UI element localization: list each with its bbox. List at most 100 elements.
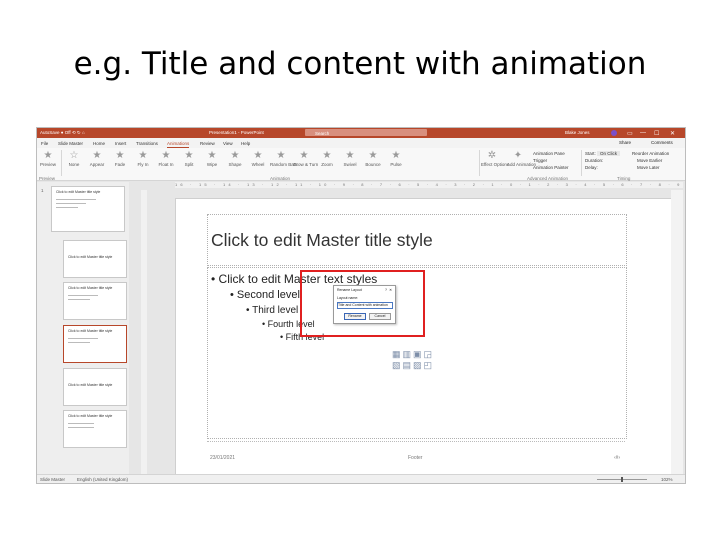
thumbnail-pane: 1 Click to edit Master title style Click… <box>37 182 129 474</box>
move-later-button[interactable]: Move Later <box>637 165 660 170</box>
effect-grow-turn[interactable]: ★ Grow & Turn <box>293 150 319 174</box>
footer-divider <box>207 441 625 443</box>
ribbon-display-icon[interactable]: ▭ <box>627 130 633 137</box>
effect-none[interactable]: ☆ None <box>63 150 85 174</box>
effect-wheel[interactable]: ★ Wheel <box>247 150 269 174</box>
effect-options-icon: ✲ <box>487 150 497 161</box>
star-icon: ★ <box>322 150 332 161</box>
divider <box>61 150 62 176</box>
star-icon: ★ <box>161 150 171 161</box>
group-label-timing: Timing <box>617 176 631 181</box>
vertical-ruler <box>141 190 147 474</box>
effect-label: Float In <box>158 162 174 167</box>
vertical-scrollbar[interactable] <box>671 190 683 474</box>
effect-split[interactable]: ★ Split <box>178 150 200 174</box>
effect-shape[interactable]: ★ Shape <box>224 150 246 174</box>
thumbnail-line <box>56 199 96 200</box>
document-title: Presentation1 - PowerPoint <box>209 130 264 135</box>
autosave-toggle[interactable]: AutoSave ● Off ⟲ ↻ ⌂ <box>40 130 85 136</box>
add-animation-button[interactable]: ✦ Add Animation <box>507 150 536 174</box>
tab-home[interactable]: Home <box>93 141 105 146</box>
star-icon: ★ <box>299 150 309 161</box>
insert-content-icons[interactable]: ▦▥▣◲ ▧▤▨◰ <box>392 349 434 371</box>
animation-painter-button[interactable]: Animation Painter <box>533 165 569 170</box>
tab-slide-master[interactable]: Slide Master <box>58 141 83 146</box>
horizontal-ruler: 16 · 15 · 14 · 13 · 12 · 11 · 10 · 9 · 8… <box>175 182 683 188</box>
tab-review[interactable]: Review <box>200 141 215 146</box>
thumbnail-layout[interactable]: Click to edit Master title style <box>63 410 127 448</box>
zoom-slider-thumb[interactable] <box>621 477 623 482</box>
tab-help[interactable]: Help <box>241 141 250 146</box>
thumbnail-title: Click to edit Master title style <box>68 286 113 290</box>
thumbnail-title: Click to edit Master title style <box>68 414 113 418</box>
thumbnail-title: Click to edit Master title style <box>68 383 113 387</box>
effect-label: Split <box>184 162 194 167</box>
effect-label: Fade <box>114 162 126 167</box>
close-icon[interactable]: ✕ <box>670 130 675 137</box>
page-number-placeholder[interactable]: ‹#› <box>614 455 620 461</box>
minimize-icon[interactable]: — <box>640 130 646 136</box>
start-select[interactable]: On Click <box>597 151 621 156</box>
effect-label: Wheel <box>251 162 265 167</box>
effect-random-bars[interactable]: ★ Random Bars <box>270 150 298 174</box>
group-label-advanced: Advanced Animation <box>527 176 569 181</box>
thumbnail-layout[interactable]: Click to edit Master title style <box>63 282 127 320</box>
language-indicator[interactable]: English (United Kingdom) <box>77 477 128 482</box>
effect-options-button[interactable]: ✲ Effect Options <box>481 150 509 174</box>
effect-appear[interactable]: ★ Appear <box>86 150 108 174</box>
thumbnail-title: Click to edit Master title style <box>68 329 113 333</box>
effect-swivel[interactable]: ★ Swivel <box>339 150 361 174</box>
thumbnail-line <box>56 207 78 208</box>
divider <box>581 150 582 176</box>
maximize-icon[interactable]: ☐ <box>654 130 659 137</box>
star-icon: ★ <box>391 150 401 161</box>
star-icon: ★ <box>345 150 355 161</box>
slide-title: e.g. Title and content with animation <box>73 46 647 82</box>
comments-button[interactable]: Comments <box>651 140 673 145</box>
effect-bounce[interactable]: ★ Bounce <box>362 150 384 174</box>
effect-label: Fly In <box>137 162 149 167</box>
footer-placeholder[interactable]: Footer <box>408 455 422 461</box>
star-icon: ★ <box>230 150 240 161</box>
effect-wipe[interactable]: ★ Wipe <box>201 150 223 174</box>
user-name: Blake Jones <box>565 130 590 135</box>
view-mode: Slide Master <box>40 477 66 482</box>
level-3-text: • Third level <box>246 305 299 316</box>
date-placeholder[interactable]: 23/01/2021 <box>210 455 235 461</box>
effect-label: Shape <box>228 162 242 167</box>
preview-icon: ★ <box>43 150 53 161</box>
move-earlier-button[interactable]: Move Earlier <box>637 158 662 163</box>
master-title: Click to edit Master title style <box>211 230 433 250</box>
animation-pane-button[interactable]: Animation Pane <box>533 151 565 156</box>
group-label-preview: Preview <box>39 176 56 181</box>
zoom-level[interactable]: 102% <box>661 477 673 482</box>
add-animation-icon: ✦ <box>513 150 523 161</box>
level-2-text: • Second level <box>230 289 300 301</box>
tab-file[interactable]: File <box>41 141 48 146</box>
thumbnail-layout[interactable]: Click to edit Master title style <box>63 368 127 406</box>
slide-canvas[interactable]: Click to edit Master title style • Click… <box>175 198 683 476</box>
effect-label: Pulse <box>390 162 402 167</box>
effect-label: Grow & Turn <box>293 162 319 167</box>
tab-animations[interactable]: Animations <box>167 141 190 148</box>
thumbnail-line <box>68 427 94 428</box>
preview-button[interactable]: ★ Preview <box>37 150 59 174</box>
effect-fade[interactable]: ★ Fade <box>109 150 131 174</box>
highlight-box <box>300 270 425 337</box>
effect-pulse[interactable]: ★ Pulse <box>385 150 407 174</box>
avatar[interactable] <box>611 129 617 136</box>
tab-insert[interactable]: Insert <box>115 141 126 146</box>
tab-view[interactable]: View <box>223 141 233 146</box>
effect-float-in[interactable]: ★ Float In <box>155 150 177 174</box>
tab-transitions[interactable]: Transitions <box>136 141 158 146</box>
thumbnail-layout[interactable]: Click to edit Master title style <box>63 240 127 278</box>
thumbnail-number: 1 <box>41 188 44 193</box>
search-box[interactable]: Search <box>305 129 427 136</box>
star-icon: ★ <box>368 150 378 161</box>
effect-zoom[interactable]: ★ Zoom <box>316 150 338 174</box>
thumbnail-master[interactable]: Click to edit Master title style <box>51 186 125 232</box>
share-button[interactable]: Share <box>619 140 631 145</box>
effect-fly-in[interactable]: ★ Fly In <box>132 150 154 174</box>
thumbnail-layout-selected[interactable]: Click to edit Master title style <box>63 325 127 363</box>
trigger-button[interactable]: Trigger <box>533 158 547 163</box>
